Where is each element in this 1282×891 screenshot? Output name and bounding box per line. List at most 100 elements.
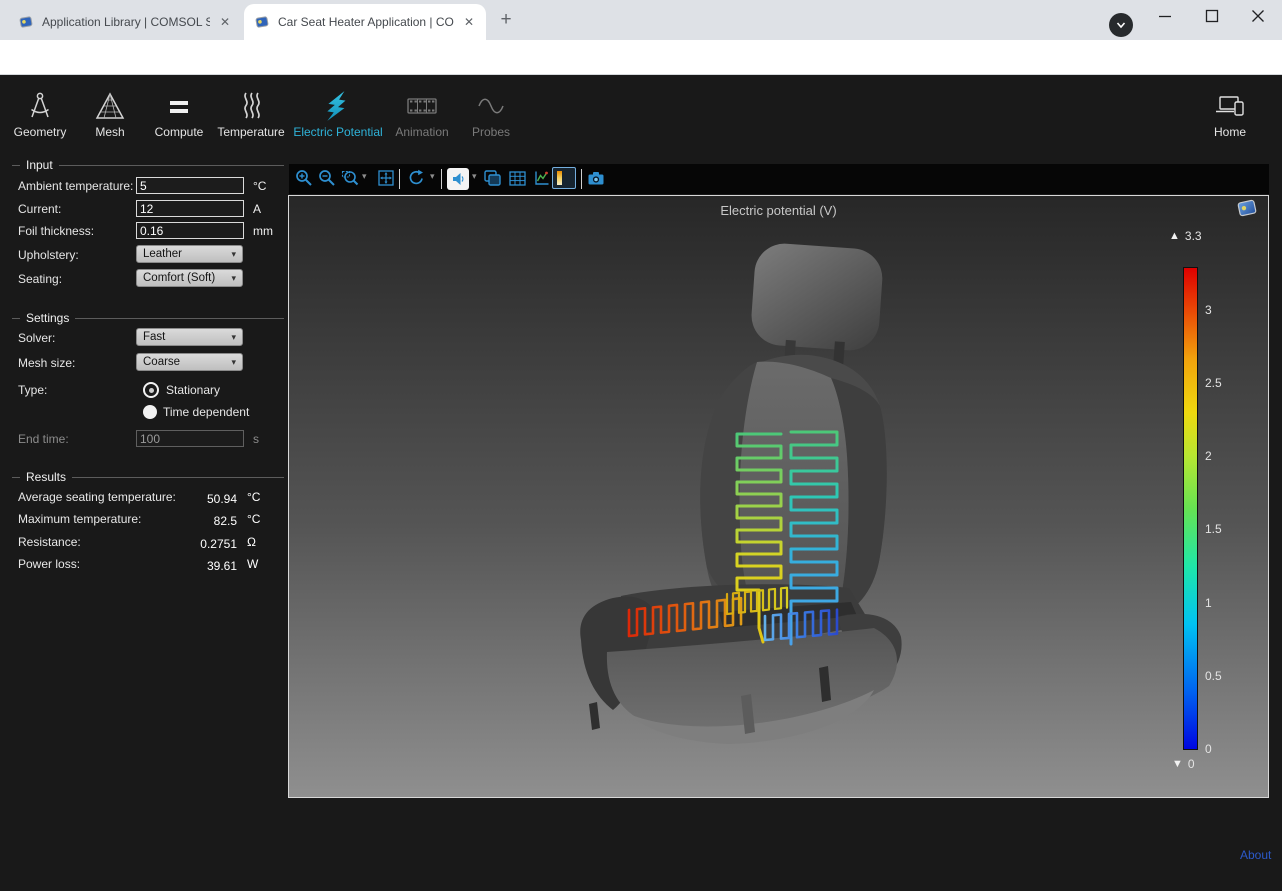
snapshot-camera-button[interactable] <box>587 169 606 188</box>
geometry-icon <box>25 90 55 122</box>
seating-select[interactable]: Comfort (Soft) ▾ <box>136 269 243 287</box>
tab-car-seat-heater[interactable]: Car Seat Heater Application | CO ✕ <box>244 4 486 40</box>
toolbar-separator <box>441 169 442 189</box>
colorbar-tick: 3 <box>1205 303 1212 317</box>
resistance-unit: Ω <box>247 535 256 549</box>
grid-button[interactable] <box>508 169 527 188</box>
window-close-button[interactable] <box>1251 9 1265 23</box>
ribbon-temperature-button[interactable]: Temperature <box>208 88 294 139</box>
mesh-icon <box>94 90 126 122</box>
zoom-box-button[interactable] <box>341 169 359 187</box>
radio-unselected-icon <box>143 405 157 419</box>
transparency-button[interactable] <box>483 169 502 188</box>
upholstery-select[interactable]: Leather ▾ <box>136 245 243 263</box>
car-seat-3d-model <box>289 196 1268 797</box>
upholstery-label: Upholstery: <box>18 248 79 262</box>
ambient-temperature-label: Ambient temperature: <box>18 179 133 193</box>
caret-down-icon: ▾ <box>231 332 236 343</box>
chevron-down-icon <box>1115 19 1127 31</box>
scene-light-caret-icon[interactable]: ▾ <box>472 171 477 182</box>
tab-strip: Application Library | COMSOL Se ✕ Car Se… <box>0 0 1282 40</box>
seating-label: Seating: <box>18 272 62 286</box>
ambient-temperature-unit: °C <box>253 179 266 193</box>
about-link[interactable]: About <box>1240 848 1271 862</box>
tab-application-library[interactable]: Application Library | COMSOL Se ✕ <box>8 8 242 36</box>
search-tabs-button[interactable] <box>1109 13 1133 37</box>
type-label: Type: <box>18 383 47 397</box>
colorbar-tick: 0.5 <box>1205 669 1222 683</box>
zoom-extents-button[interactable] <box>377 169 395 187</box>
window-maximize-button[interactable] <box>1205 9 1219 23</box>
toolbar-separator <box>399 169 400 189</box>
new-tab-button[interactable]: + <box>494 8 518 32</box>
colorbar-max-marker: ▲ 3.3 <box>1169 229 1202 243</box>
end-time-label: End time: <box>18 432 69 446</box>
caret-down-icon: ▾ <box>231 273 236 284</box>
colorbar-tick: 1 <box>1205 596 1212 610</box>
tab-title: Application Library | COMSOL Se <box>42 15 210 29</box>
triangle-up-icon: ▲ <box>1169 230 1180 242</box>
animation-icon <box>405 90 439 122</box>
mesh-size-select[interactable]: Coarse ▾ <box>136 353 243 371</box>
end-time-input <box>136 430 244 447</box>
avg-seating-temp-value: 50.94 <box>167 490 237 508</box>
current-unit: A <box>253 202 261 216</box>
zoom-box-caret-icon[interactable]: ▾ <box>362 171 367 182</box>
avg-seating-temp-unit: °C <box>247 490 260 504</box>
tab-close-icon[interactable]: ✕ <box>218 15 232 29</box>
zoom-in-button[interactable] <box>295 169 313 187</box>
home-devices-icon <box>1213 90 1247 122</box>
radio-time-dependent[interactable]: Time dependent <box>143 405 249 419</box>
solver-select[interactable]: Fast ▾ <box>136 328 243 346</box>
reset-view-button[interactable] <box>407 168 426 187</box>
ribbon-probes-button: Probes <box>448 88 534 139</box>
end-time-unit: s <box>253 432 259 446</box>
radio-selected-icon <box>143 382 159 398</box>
scene-light-icon <box>450 171 466 187</box>
colorbar-tick: 0 <box>1205 742 1212 756</box>
radio-stationary[interactable]: Stationary <box>143 382 220 398</box>
caret-down-icon: ▾ <box>231 357 236 368</box>
seat-headrest <box>748 242 884 375</box>
triangle-down-icon: ▼ <box>1172 758 1183 770</box>
temperature-icon <box>236 90 266 122</box>
results-section-header: Results <box>12 470 284 484</box>
graphics-canvas[interactable]: Electric potential (V) <box>289 196 1268 797</box>
scene-light-button[interactable] <box>447 168 469 190</box>
solver-label: Solver: <box>18 331 55 345</box>
probes-icon <box>475 90 507 122</box>
colorbar-min-marker: ▼ 0 <box>1172 757 1195 771</box>
color-legend-button-active[interactable] <box>552 167 576 189</box>
ribbon-home-button[interactable]: Home <box>1187 88 1273 139</box>
input-section-header: Input <box>12 158 284 172</box>
foil-thickness-input[interactable] <box>136 222 244 239</box>
window-minimize-button[interactable] <box>1158 9 1172 23</box>
url-bar-row: comsol.com/server-demo/app/car_seat_heat… <box>0 40 1282 75</box>
ribbon-electric-potential-button[interactable]: Electric Potential <box>290 88 386 139</box>
current-input[interactable] <box>136 200 244 217</box>
browser-window: Application Library | COMSOL Se ✕ Car Se… <box>0 0 1282 891</box>
power-loss-unit: W <box>247 557 258 571</box>
colorbar-tick: 2 <box>1205 449 1212 463</box>
compute-icon <box>164 90 194 122</box>
mesh-size-label: Mesh size: <box>18 356 75 370</box>
comsol-favicon <box>18 14 34 30</box>
max-temp-value: 82.5 <box>167 512 237 530</box>
colorbar-tick: 1.5 <box>1205 522 1222 536</box>
resistance-label: Resistance: <box>18 535 81 549</box>
resistance-value: 0.2751 <box>167 535 237 553</box>
graphics-toolbar: ▾ ▾ ▾ <box>289 164 1269 194</box>
max-temp-label: Maximum temperature: <box>18 512 141 526</box>
current-label: Current: <box>18 202 61 216</box>
power-loss-label: Power loss: <box>18 557 80 571</box>
zoom-out-button[interactable] <box>318 169 336 187</box>
tab-close-icon[interactable]: ✕ <box>462 15 476 29</box>
settings-section-header: Settings <box>12 311 284 325</box>
reset-view-caret-icon[interactable]: ▾ <box>430 171 435 182</box>
ambient-temperature-input[interactable] <box>136 177 244 194</box>
electric-potential-icon <box>322 90 354 122</box>
toolbar-separator <box>581 169 582 189</box>
colorbar-tick: 2.5 <box>1205 376 1222 390</box>
power-loss-value: 39.61 <box>167 557 237 575</box>
plot-axes-button[interactable] <box>532 169 551 188</box>
